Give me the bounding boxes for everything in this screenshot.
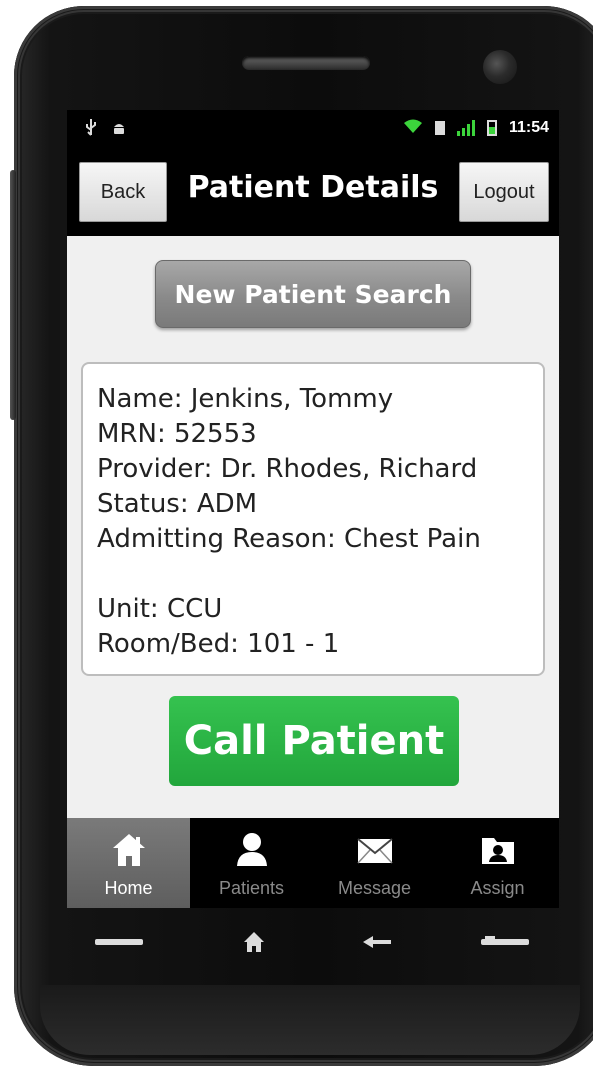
- tab-home-label: Home: [104, 878, 153, 898]
- screen: 11:54 Back Patient Details Logout New Pa…: [67, 110, 559, 908]
- tab-patients[interactable]: Patients: [190, 818, 313, 908]
- patient-mrn: MRN: 52553: [97, 419, 257, 449]
- patient-provider: Provider: Dr. Rhodes, Richard: [97, 454, 478, 484]
- patient-admitting-reason: Admitting Reason: Chest Pain: [97, 524, 481, 554]
- home-icon[interactable]: [224, 922, 284, 962]
- tab-bar: Home Patients Message Assign: [67, 818, 559, 908]
- tab-patients-label: Patients: [218, 878, 285, 898]
- back-arrow-icon[interactable]: [347, 922, 407, 962]
- search-icon[interactable]: [475, 922, 535, 962]
- home-icon: [112, 834, 145, 866]
- main-content: New Patient Search Name: Jenkins, Tommy …: [67, 236, 559, 818]
- person-icon: [236, 833, 267, 866]
- call-patient-button[interactable]: Call Patient: [169, 696, 459, 786]
- tab-message-label: Message: [337, 878, 412, 898]
- stage: 11:54 Back Patient Details Logout New Pa…: [0, 0, 593, 1080]
- volume-rocker: [10, 170, 16, 420]
- tab-message[interactable]: Message: [313, 818, 436, 908]
- wifi-icon: [403, 118, 423, 138]
- status-time: 11:54: [508, 119, 549, 136]
- android-icon: [111, 120, 127, 140]
- assign-icon: [481, 838, 514, 864]
- patient-unit: Unit: CCU: [97, 594, 223, 624]
- tab-assign[interactable]: Assign: [436, 818, 559, 908]
- menu-icon[interactable]: [89, 922, 149, 962]
- new-patient-search-button[interactable]: New Patient Search: [155, 260, 471, 328]
- page-title: Patient Details: [187, 170, 439, 205]
- patient-status: Status: ADM: [97, 489, 258, 519]
- patient-room-bed: Room/Bed: 101 - 1: [97, 629, 340, 659]
- patient-info-card: Name: Jenkins, Tommy MRN: 52553 Provider…: [81, 362, 545, 676]
- status-bar: 11:54: [67, 110, 559, 148]
- signal-icon: [456, 120, 475, 136]
- front-camera: [483, 50, 517, 84]
- battery-icon: [486, 120, 497, 136]
- usb-icon: [85, 119, 97, 141]
- sd-card-icon: [434, 121, 445, 135]
- tab-assign-label: Assign: [470, 878, 525, 898]
- hardware-nav: [67, 912, 559, 972]
- logout-button[interactable]: Logout: [459, 162, 549, 222]
- status-bar-right: 11:54: [403, 118, 549, 138]
- tab-home[interactable]: Home: [67, 818, 190, 908]
- phone-chin: [40, 985, 580, 1055]
- title-bar: Back Patient Details Logout: [67, 148, 559, 236]
- status-bar-left: [85, 119, 127, 141]
- patient-name: Name: Jenkins, Tommy: [97, 384, 394, 414]
- earpiece-speaker: [242, 56, 370, 70]
- envelope-icon: [356, 838, 393, 864]
- back-button[interactable]: Back: [79, 162, 167, 222]
